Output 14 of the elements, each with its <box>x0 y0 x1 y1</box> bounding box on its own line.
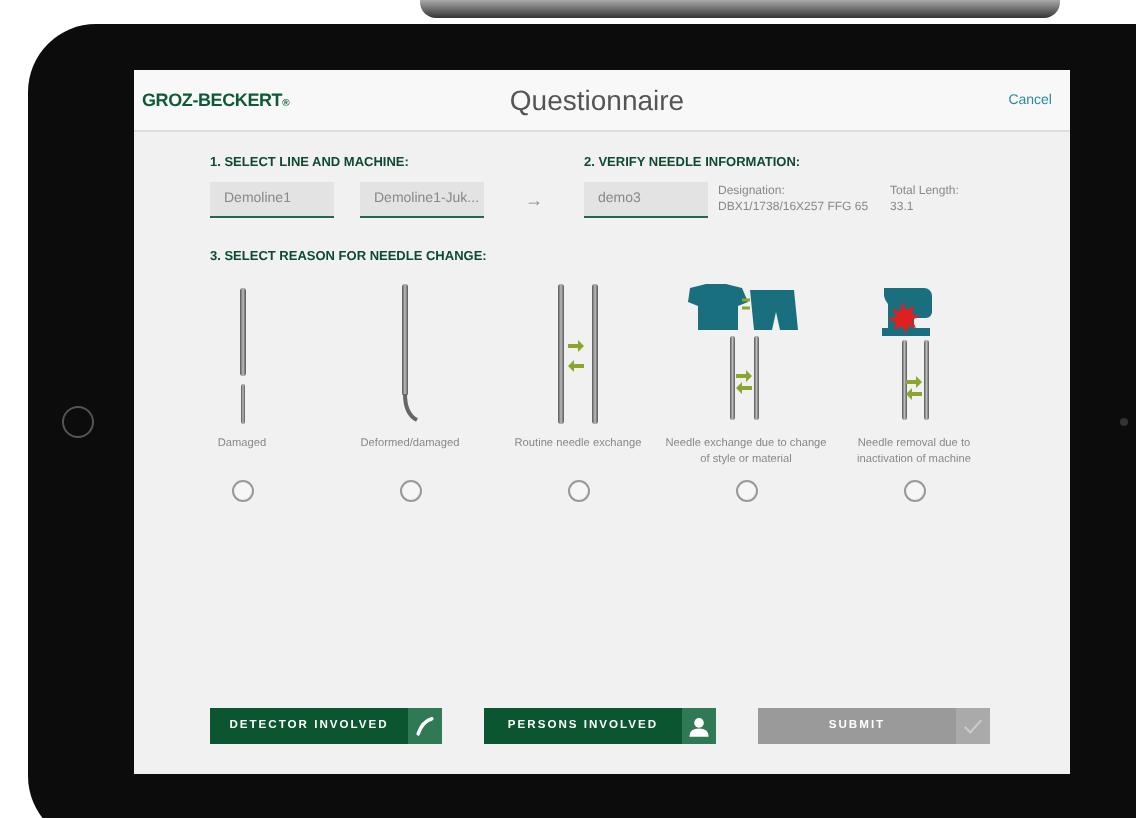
screen-title: Questionnaire <box>509 84 685 116</box>
radio-button[interactable] <box>399 480 421 502</box>
arrow-icon: → <box>484 182 584 218</box>
bent-needle-icon <box>401 284 419 424</box>
person-icon <box>688 715 710 737</box>
wand-icon <box>414 715 436 737</box>
camera-dot <box>1120 418 1128 426</box>
radio-button[interactable] <box>567 480 589 502</box>
broken-needle-icon <box>239 288 245 424</box>
radio-button[interactable] <box>231 480 253 502</box>
checkmark-icon <box>962 715 984 737</box>
home-button[interactable] <box>61 406 93 438</box>
radio-button[interactable] <box>903 480 925 502</box>
radio-button[interactable] <box>735 480 757 502</box>
